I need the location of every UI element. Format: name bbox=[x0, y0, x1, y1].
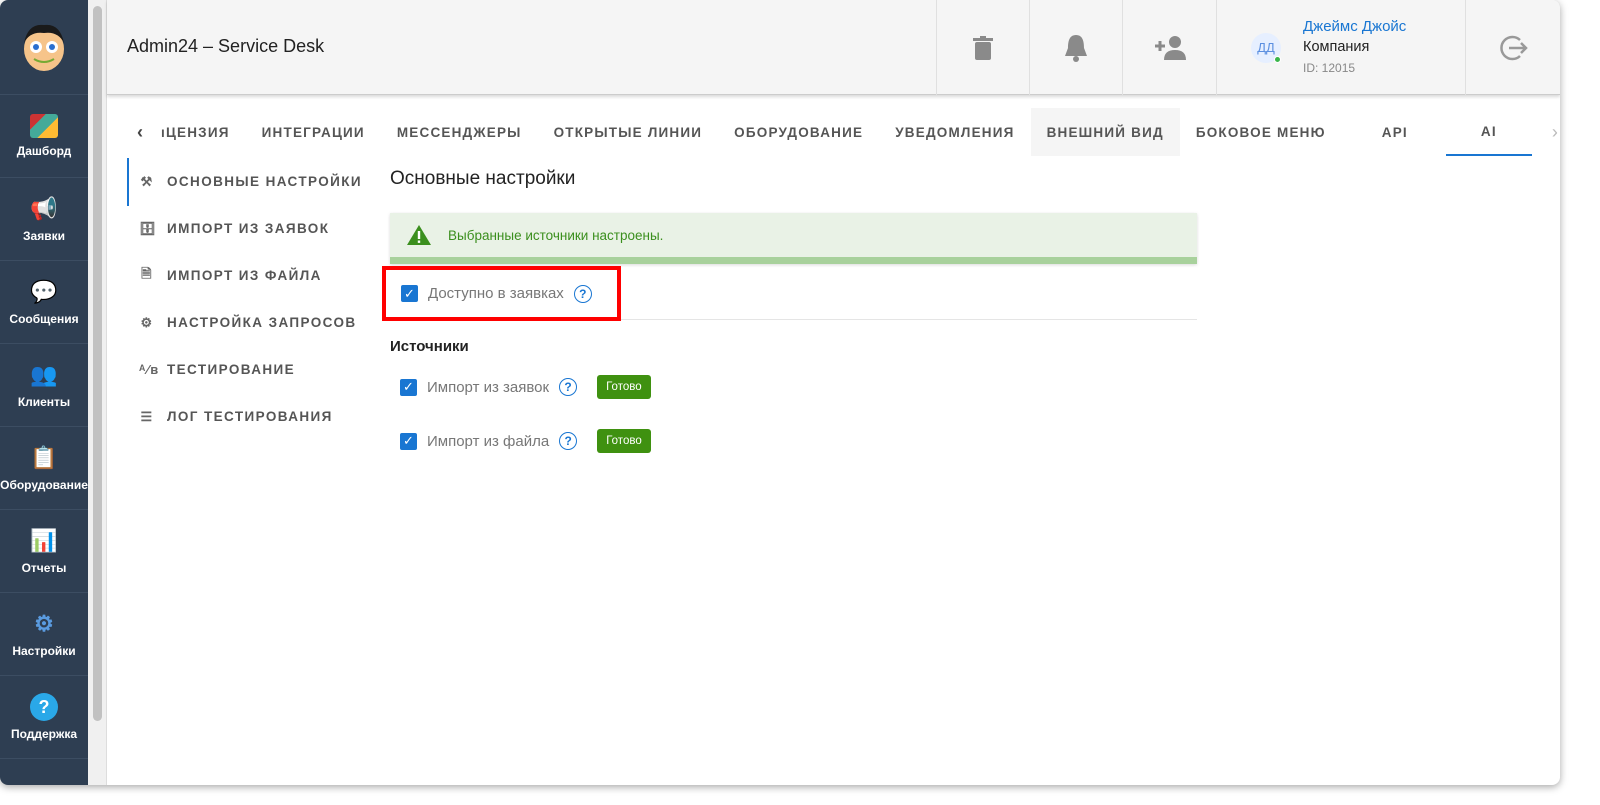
source-import-file[interactable]: ✓ Импорт из файла ? Готово bbox=[400, 429, 651, 453]
sidebar-item-dashboard[interactable]: Дашборд bbox=[0, 95, 88, 178]
sources-title: Источники bbox=[390, 338, 469, 355]
checkbox-checked-icon[interactable]: ✓ bbox=[400, 432, 417, 450]
user-avatar[interactable] bbox=[0, 0, 88, 95]
main-area: Admin24 – Service Desk ДД Джеймс Джойс К… bbox=[107, 0, 1560, 785]
menu-item-testing[interactable]: ᴬ⁄ʙ ТЕСТИРОВАНИЕ bbox=[127, 346, 362, 393]
user-name[interactable]: Джеймс Джойс bbox=[1303, 16, 1406, 37]
status-badge: Готово bbox=[597, 375, 651, 399]
tab-notifications[interactable]: УВЕДОМЛЕНИЯ bbox=[879, 108, 1030, 156]
notifications-button[interactable] bbox=[1029, 0, 1122, 95]
tools-icon: ⚒ bbox=[140, 173, 154, 189]
tab-integrations[interactable]: ИНТЕГРАЦИИ bbox=[246, 108, 381, 156]
tabs-scroll-left-icon[interactable]: ‹ bbox=[137, 122, 157, 143]
settings-tabs: ‹ ıЦЕНЗИЯ ИНТЕГРАЦИИ МЕССЕНДЖЕРЫ ОТКРЫТЫ… bbox=[137, 108, 1560, 156]
menu-item-basic-settings[interactable]: ⚒ ОСНОВНЫЕ НАСТРОЙКИ bbox=[127, 158, 362, 206]
tab-ai[interactable]: AI bbox=[1445, 108, 1532, 156]
help-icon[interactable]: ? bbox=[573, 284, 592, 303]
tab-license[interactable]: ıЦЕНЗИЯ bbox=[157, 108, 246, 156]
source-import-tickets[interactable]: ✓ Импорт из заявок ? Готово bbox=[400, 375, 651, 399]
sidebar-item-tickets[interactable]: 📢 Заявки bbox=[0, 178, 88, 261]
user-id: ID: 12015 bbox=[1303, 61, 1356, 75]
logout-button[interactable] bbox=[1465, 0, 1560, 95]
warning-icon bbox=[407, 225, 431, 245]
tab-side-menu[interactable]: БОКОВОЕ МЕНЮ bbox=[1180, 108, 1342, 156]
ab-test-icon: ᴬ⁄ʙ bbox=[139, 362, 160, 377]
sidebar-item-reports[interactable]: 📊 Отчеты bbox=[0, 510, 88, 593]
menu-item-testing-log[interactable]: ☰ ЛОГ ТЕСТИРОВАНИЯ bbox=[127, 393, 362, 440]
checkbox-checked-icon[interactable]: ✓ bbox=[401, 285, 418, 302]
dashboard-icon bbox=[30, 114, 58, 138]
page-title: Основные настройки bbox=[390, 168, 576, 189]
user-avatar-initials: ДД bbox=[1251, 32, 1281, 63]
sidebar-item-support[interactable]: ? Поддержка bbox=[0, 676, 88, 759]
checkbox-checked-icon[interactable]: ✓ bbox=[400, 378, 417, 396]
online-status-dot bbox=[1274, 55, 1281, 63]
tabs-scroll-right-icon[interactable]: › bbox=[1552, 122, 1558, 143]
sidebar-item-messages[interactable]: 💬 Сообщения bbox=[0, 261, 88, 344]
tab-messengers[interactable]: МЕССЕНДЖЕРЫ bbox=[381, 108, 538, 156]
gears-icon: ⚙ bbox=[140, 314, 154, 330]
success-alert: Выбранные источники настроены. bbox=[390, 213, 1197, 264]
avatar-face-icon bbox=[24, 24, 64, 71]
app-window: Дашборд 📢 Заявки 💬 Сообщения 👥 Клиенты 📋 Обо… bbox=[0, 0, 1560, 785]
scrollbar-thumb[interactable] bbox=[93, 6, 102, 721]
bell-icon bbox=[1065, 34, 1087, 62]
highlight-box: ✓ Доступно в заявках ? bbox=[382, 266, 621, 321]
help-icon[interactable]: ? bbox=[559, 432, 578, 450]
menu-item-import-file[interactable]: 🗎 ИМПОРТ ИЗ ФАЙЛА bbox=[127, 252, 362, 299]
gear-icon: ⚙ bbox=[34, 611, 54, 636]
basic-settings-panel: Основные настройки Выбранные источники н… bbox=[382, 168, 1197, 453]
sidebar-item-clients[interactable]: 👥 Клиенты bbox=[0, 344, 88, 427]
sidebar-scrollbar[interactable] bbox=[88, 0, 107, 785]
tab-equipment[interactable]: ОБОРУДОВАНИЕ bbox=[718, 108, 879, 156]
user-company: Компания bbox=[1303, 39, 1370, 55]
logout-icon bbox=[1500, 35, 1528, 60]
trash-icon bbox=[973, 35, 993, 60]
add-user-icon bbox=[1154, 35, 1186, 60]
clients-icon: 👥 bbox=[30, 362, 58, 387]
status-badge: Готово bbox=[597, 429, 651, 453]
menu-item-import-tickets[interactable]: 🗄 ИМПОРТ ИЗ ЗАЯВОК bbox=[127, 205, 362, 252]
available-in-tickets-checkbox[interactable]: ✓ Доступно в заявках ? bbox=[401, 284, 592, 303]
file-icon: 🗎 bbox=[141, 265, 153, 281]
ai-settings-menu: ⚒ ОСНОВНЫЕ НАСТРОЙКИ 🗄 ИМПОРТ ИЗ ЗАЯВОК 🗎 И… bbox=[127, 158, 362, 440]
report-icon: 📊 bbox=[30, 528, 58, 553]
tab-api[interactable]: API bbox=[1342, 108, 1446, 156]
divider bbox=[621, 319, 1197, 320]
trash-button[interactable] bbox=[936, 0, 1029, 95]
equipment-icon: 📋 bbox=[30, 445, 58, 470]
menu-item-request-settings[interactable]: ⚙ НАСТРОЙКА ЗАПРОСОВ bbox=[127, 299, 362, 346]
help-icon: ? bbox=[29, 693, 59, 721]
sidebar-item-equipment[interactable]: 📋 Оборудование bbox=[0, 427, 88, 510]
help-icon[interactable]: ? bbox=[559, 378, 578, 396]
chat-icon: 💬 bbox=[30, 279, 58, 304]
tab-appearance[interactable]: ВНЕШНИЙ ВИД bbox=[1030, 108, 1180, 156]
tab-open-lines[interactable]: ОТКРЫТЫЕ ЛИНИИ bbox=[538, 108, 719, 156]
app-title: Admin24 – Service Desk bbox=[127, 36, 325, 56]
megaphone-icon: 📢 bbox=[30, 196, 58, 221]
database-icon: 🗄 bbox=[139, 220, 157, 236]
list-icon: ☰ bbox=[140, 408, 154, 424]
header: Admin24 – Service Desk ДД Джеймс Джойс К… bbox=[107, 0, 1560, 95]
sidebar-item-settings[interactable]: ⚙ Настройки bbox=[0, 593, 88, 676]
sidebar: Дашборд 📢 Заявки 💬 Сообщения 👥 Клиенты 📋 Обо… bbox=[0, 0, 88, 785]
add-user-button[interactable] bbox=[1122, 0, 1216, 95]
user-profile[interactable]: ДД Джеймс Джойс Компания ID: 12015 bbox=[1216, 0, 1465, 95]
